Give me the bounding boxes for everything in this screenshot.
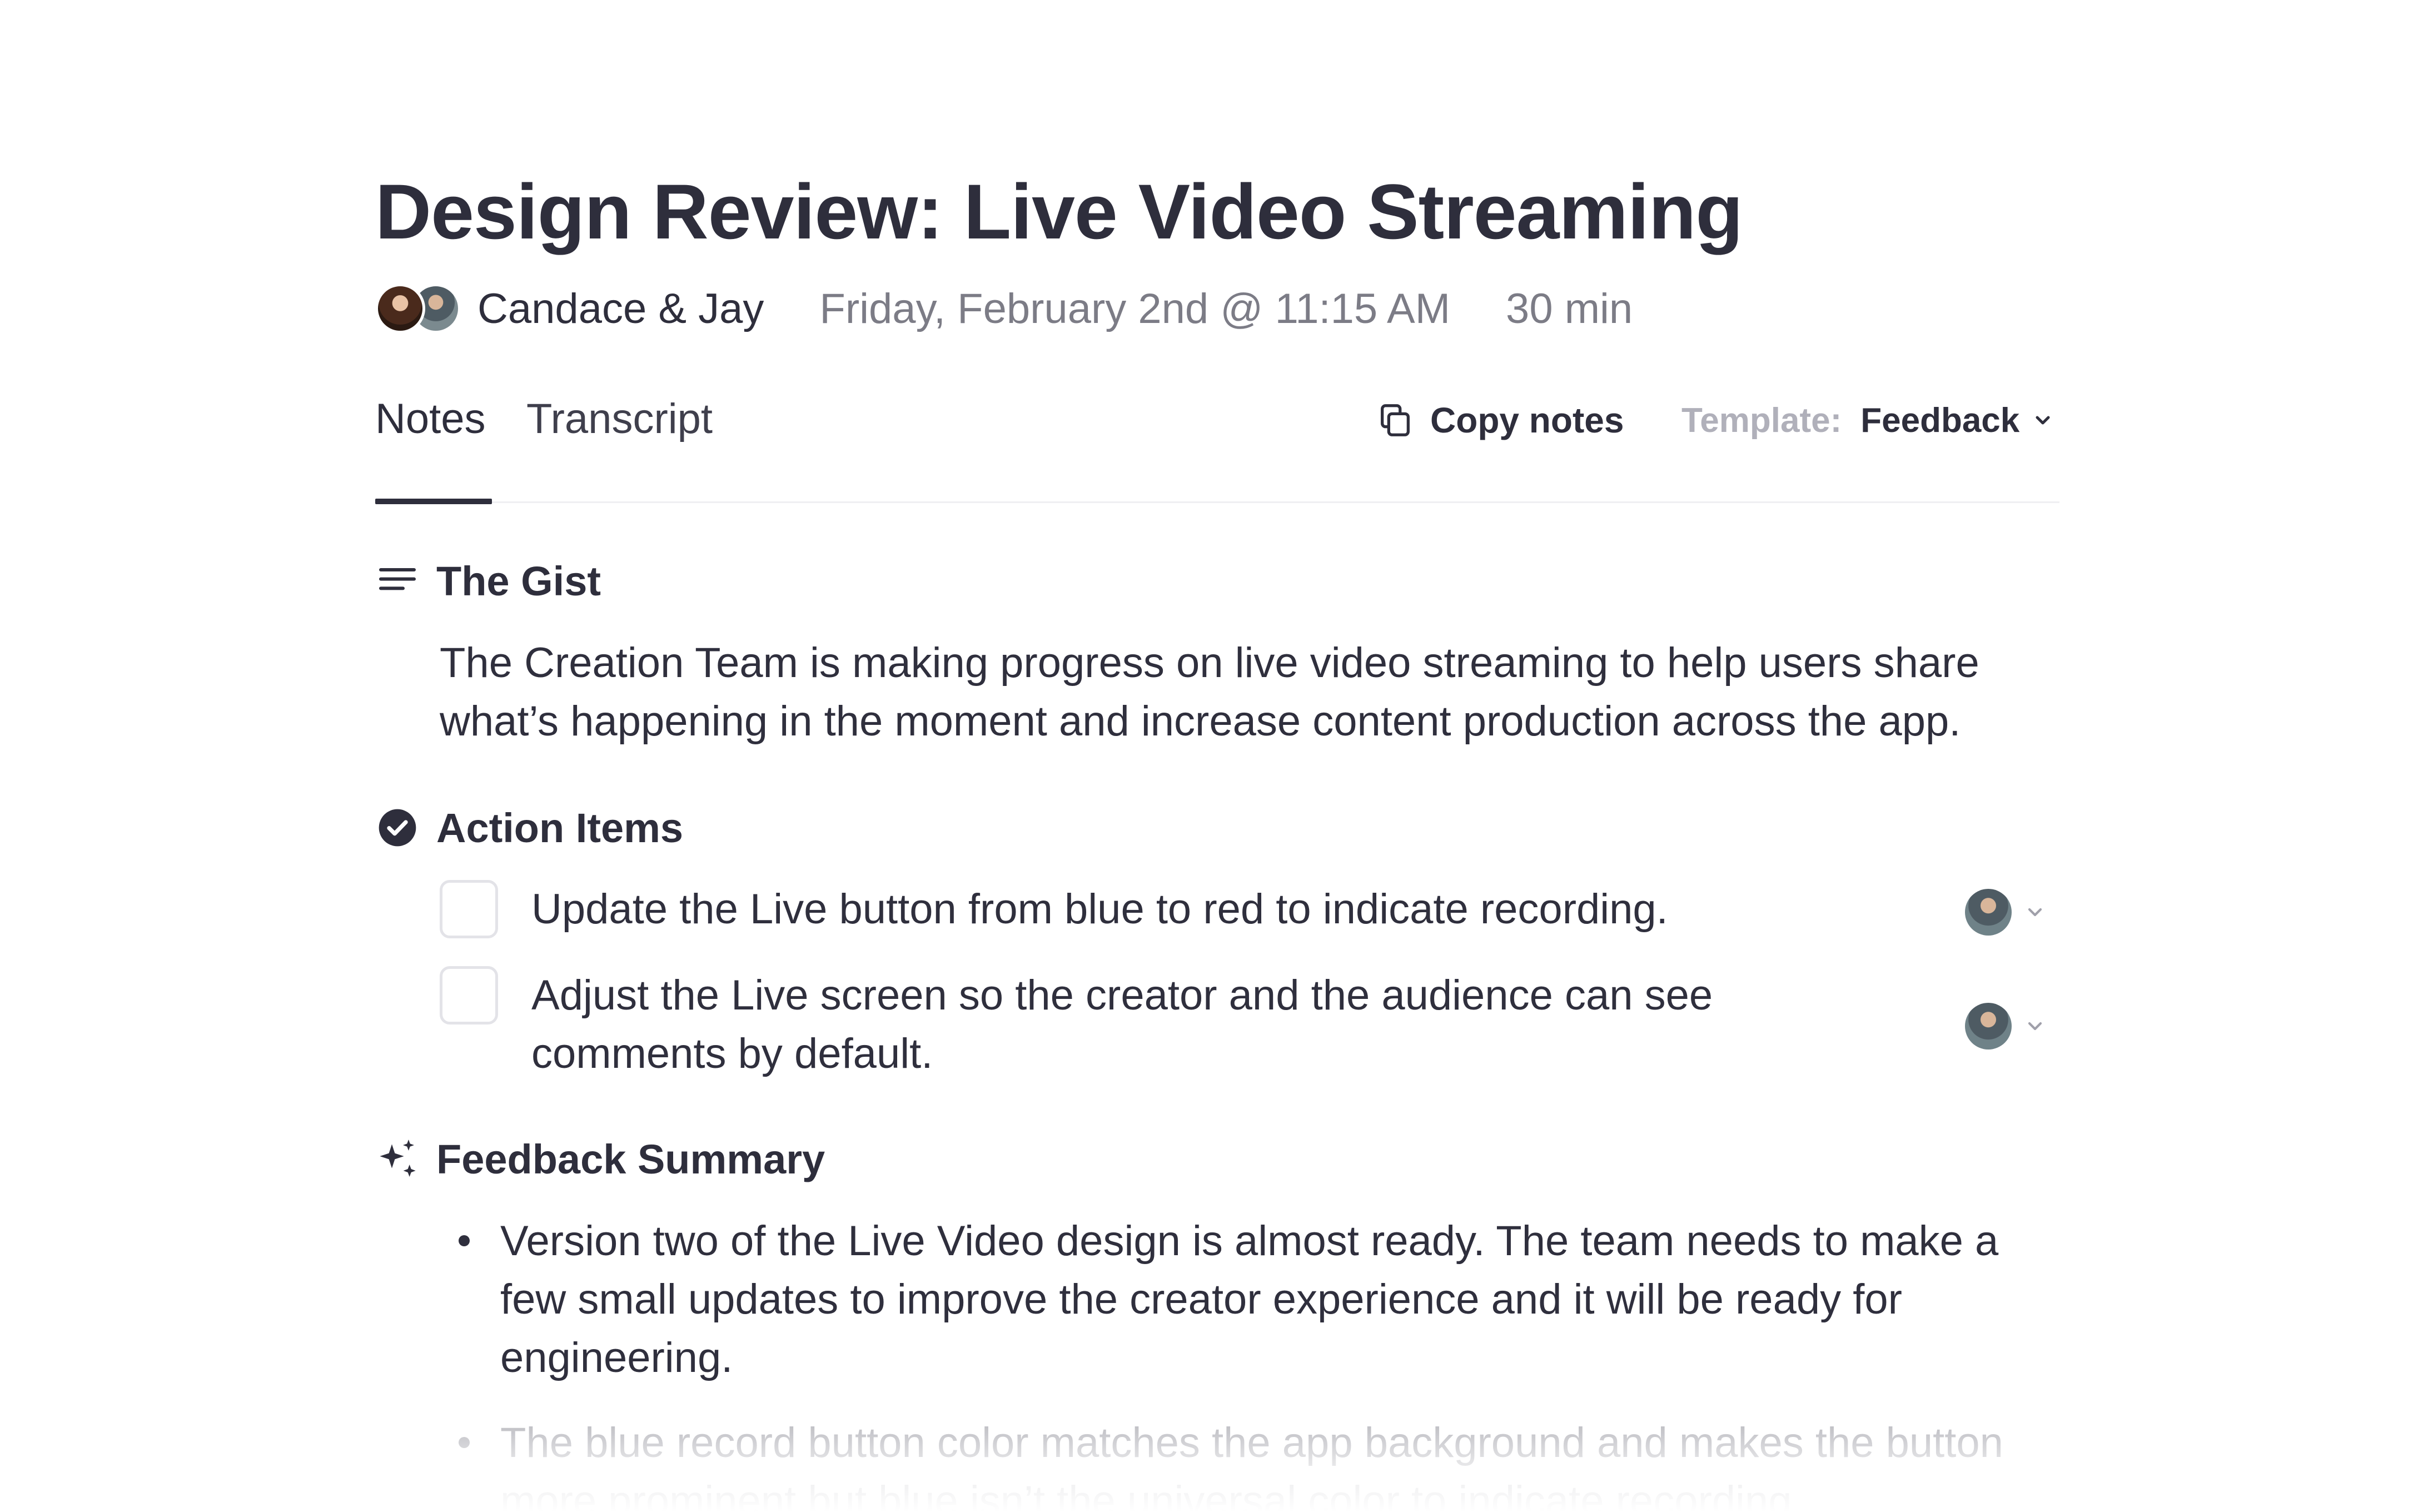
gist-text: The Creation Team is making progress on … — [440, 639, 1979, 745]
list-item: Version two of the Live Video design is … — [459, 1212, 2059, 1387]
meeting-duration: 30 min — [1506, 285, 1633, 332]
active-tab-indicator — [375, 499, 492, 504]
copy-notes-label: Copy notes — [1430, 400, 1624, 440]
action-items-header: Action Items — [375, 803, 683, 853]
feedback-summary-title: Feedback Summary — [436, 1136, 825, 1182]
avatar — [375, 284, 425, 334]
assignee-avatar — [1965, 889, 2012, 936]
action-item-text: Adjust the Live screen so the creator an… — [531, 972, 1713, 1077]
notes-page: Design Review: Live Video Streaming Cand… — [375, 0, 2059, 1512]
meeting-date: Friday, February 2nd @ 11:15 AM — [819, 285, 1451, 332]
copy-notes-button[interactable]: Copy notes — [1376, 398, 1624, 442]
sparkles-icon — [380, 1140, 416, 1177]
assignee-dropdown[interactable] — [1965, 1003, 2059, 1050]
action-item-checkbox[interactable] — [440, 880, 498, 938]
feedback-list: Version two of the Live Video design is … — [459, 1212, 2059, 1512]
copy-icon — [1381, 404, 1410, 436]
participant-avatars — [375, 284, 461, 334]
template-dropdown[interactable]: Template: Feedback — [1681, 398, 2054, 442]
lines-icon — [379, 568, 416, 590]
chevron-down-icon — [2036, 416, 2050, 425]
meeting-meta: Candace & Jay Friday, February 2nd @ 11:… — [375, 281, 1633, 336]
action-item-checkbox[interactable] — [440, 966, 498, 1024]
assignee-avatar — [1965, 1003, 2012, 1050]
assignee-dropdown[interactable] — [1965, 889, 2059, 936]
action-items-title: Action Items — [436, 804, 684, 851]
template-value: Feedback — [1860, 401, 2020, 440]
chevron-down-icon — [2028, 908, 2042, 917]
check-circle-icon — [379, 809, 416, 847]
template-label: Template: — [1681, 401, 1842, 440]
list-item: The blue record button color matches the… — [459, 1414, 2059, 1512]
chevron-down-icon — [2028, 1022, 2042, 1031]
action-item-text: Update the Live button from blue to red … — [531, 886, 1668, 933]
participants-label: Candace & Jay — [477, 285, 764, 332]
gist-section-header: The Gist — [375, 556, 601, 606]
tab-notes[interactable]: Notes — [375, 395, 486, 443]
tab-transcript[interactable]: Transcript — [526, 395, 713, 443]
tab-bar: Notes Transcript Copy notes Template: Fe… — [375, 389, 2059, 504]
gist-title: The Gist — [436, 558, 601, 604]
page-title: Design Review: Live Video Streaming — [375, 168, 1743, 255]
feedback-summary-header: Feedback Summary — [375, 1134, 825, 1184]
